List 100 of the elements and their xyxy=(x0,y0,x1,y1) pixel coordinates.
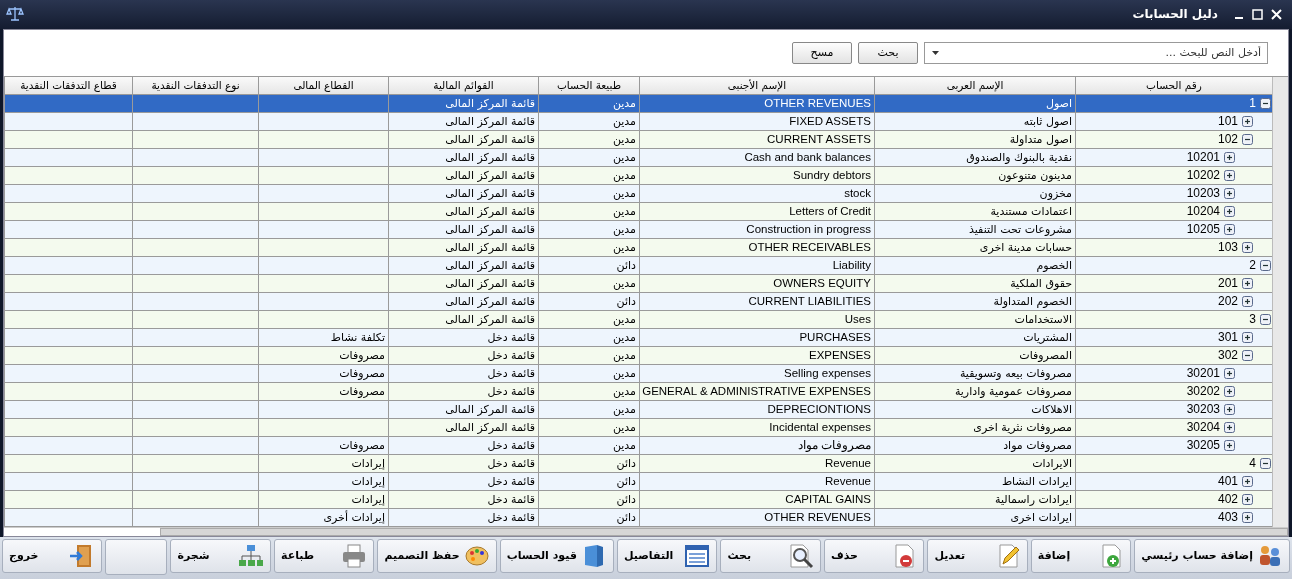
statement-cell-text: قائمة دخل xyxy=(487,329,535,346)
account-number-cell-text: 402 xyxy=(1216,490,1239,508)
column-header[interactable]: القوائم المالية xyxy=(388,76,538,95)
foreign-name-cell-text: FIXED ASSETS xyxy=(789,113,871,129)
nature-cell-text: مدين xyxy=(612,203,636,220)
sector-cell-text: إيرادات أخرى xyxy=(323,509,385,526)
statement-cell-text: قائمة دخل xyxy=(487,383,535,400)
foreign-name-cell-text: CURRENT LIABILITIES xyxy=(748,293,871,309)
column-header[interactable]: الإسم الأجنبى xyxy=(639,76,874,95)
collapse-icon[interactable] xyxy=(1260,259,1271,271)
statement-cell-text: قائمة دخل xyxy=(487,473,535,490)
arabic-name-cell-text: اصول ثابته xyxy=(1023,113,1072,130)
arabic-name-cell-text: الخصوم المتداولة xyxy=(993,293,1072,310)
collapse-icon[interactable] xyxy=(1260,457,1271,469)
search-button[interactable]: بحث xyxy=(858,41,918,64)
expand-icon[interactable] xyxy=(1224,421,1235,433)
statement-cell-text: قائمة المركز المالى xyxy=(445,203,535,220)
expand-icon[interactable] xyxy=(1242,241,1253,253)
dropdown-icon[interactable] xyxy=(932,50,939,55)
statement-cell-text: قائمة المركز المالى xyxy=(445,95,535,112)
foreign-name-cell-text: Revenue xyxy=(824,473,871,489)
clear-button[interactable]: مسح xyxy=(792,41,852,64)
printer-icon xyxy=(341,542,368,569)
account-entries-button[interactable]: قيود الحساب xyxy=(499,538,614,573)
expand-icon[interactable] xyxy=(1242,295,1253,307)
statement-cell-text: قائمة المركز المالى xyxy=(445,311,535,328)
account-number-cell-text: 302 xyxy=(1216,346,1239,364)
arabic-name-cell-text: الاستخدامات xyxy=(1014,311,1072,328)
close-icon[interactable] xyxy=(1271,8,1282,20)
foreign-name-cell-text: Selling expenses xyxy=(784,365,871,381)
arabic-name-cell-text: اعتمادات مستندية xyxy=(990,203,1072,220)
arabic-name-cell-text: الخصوم xyxy=(1036,257,1072,274)
column-header[interactable]: القطاع المالى xyxy=(258,76,388,95)
expand-icon[interactable] xyxy=(1224,403,1235,415)
column-header[interactable]: رقم الحساب xyxy=(1075,76,1272,95)
collapse-icon[interactable] xyxy=(1260,313,1271,325)
account-number-cell-text: 1 xyxy=(1248,94,1257,112)
save-design-button[interactable]: حفظ التصميم xyxy=(377,538,497,573)
column-header[interactable]: نوع التدفقات النقدية xyxy=(132,76,258,95)
arabic-name-cell-text: الايرادات xyxy=(1032,455,1072,472)
account-number-cell-text: 30203 xyxy=(1185,400,1221,418)
expand-icon[interactable] xyxy=(1242,475,1253,487)
expand-icon[interactable] xyxy=(1224,439,1235,451)
sector-cell-text: مصروفات xyxy=(339,437,385,454)
edit-button[interactable]: تعديل xyxy=(927,538,1028,573)
add-button[interactable]: إضافة xyxy=(1030,538,1132,573)
collapse-icon[interactable] xyxy=(1242,133,1253,145)
foreign-name-cell-text: Uses xyxy=(844,311,871,327)
nature-cell-text: مدين xyxy=(612,131,636,148)
sector-cell-text: إيرادات xyxy=(351,491,385,508)
account-number-cell-text: 103 xyxy=(1216,238,1239,256)
delete-button[interactable]: حذف xyxy=(823,538,925,573)
account-number-cell-text: 301 xyxy=(1216,328,1239,346)
column-header[interactable]: طبيعة الحساب xyxy=(538,76,639,95)
expand-icon[interactable] xyxy=(1224,169,1235,181)
expand-icon[interactable] xyxy=(1242,493,1253,505)
account-number-cell-text: 2 xyxy=(1248,256,1257,274)
account-number-cell-text: 30202 xyxy=(1185,382,1221,400)
nature-cell-text: مدين xyxy=(612,401,636,418)
statement-cell-text: قائمة المركز المالى xyxy=(445,239,535,256)
add-main-account-button[interactable]: إضافة حساب رئيسي xyxy=(1134,538,1290,573)
expand-icon[interactable] xyxy=(1224,367,1235,379)
print-button[interactable]: طباعة xyxy=(273,538,375,573)
vertical-scrollbar[interactable] xyxy=(1272,76,1288,527)
tree-button[interactable]: شجرة xyxy=(170,538,271,573)
column-header[interactable]: الإسم العربى xyxy=(874,76,1075,95)
statement-cell-text: قائمة دخل xyxy=(487,491,535,508)
expand-icon[interactable] xyxy=(1224,187,1235,199)
collapse-icon[interactable] xyxy=(1260,97,1271,109)
account-number-cell-text: 10202 xyxy=(1185,166,1221,184)
maximize-icon[interactable] xyxy=(1252,8,1263,20)
nature-cell-text: مدين xyxy=(612,113,636,130)
exit-button[interactable]: خروج xyxy=(2,538,103,573)
account-number-cell-text: 102 xyxy=(1216,130,1239,148)
search-button[interactable]: بحث xyxy=(720,538,821,573)
foreign-name-cell-text: OTHER REVENUES xyxy=(764,95,871,111)
statement-cell-text: قائمة دخل xyxy=(487,437,535,454)
scales-icon xyxy=(6,6,24,23)
nature-cell-text: مدين xyxy=(612,239,636,256)
statement-cell-text: قائمة المركز المالى xyxy=(445,275,535,292)
foreign-name-cell-text: Cash and bank balances xyxy=(744,149,871,165)
account-number-cell-text: 10203 xyxy=(1185,184,1221,202)
expand-icon[interactable] xyxy=(1242,511,1253,523)
statement-cell-text: قائمة دخل xyxy=(487,347,535,364)
expand-icon[interactable] xyxy=(1224,151,1235,163)
expand-icon[interactable] xyxy=(1242,277,1253,289)
expand-icon[interactable] xyxy=(1242,331,1253,343)
expand-icon[interactable] xyxy=(1242,115,1253,127)
expand-icon[interactable] xyxy=(1224,385,1235,397)
account-number-cell-text: 10204 xyxy=(1185,202,1221,220)
expand-icon[interactable] xyxy=(1224,205,1235,217)
column-header[interactable]: قطاع التدفقات النقدية xyxy=(4,76,132,95)
nature-cell-text: مدين xyxy=(612,221,636,238)
arabic-name-cell-text: ايرادات اخرى xyxy=(1010,509,1072,526)
statement-cell-text: قائمة المركز المالى xyxy=(445,401,535,418)
collapse-icon[interactable] xyxy=(1242,349,1253,361)
details-button[interactable]: التفاصيل xyxy=(616,538,718,573)
horizontal-scrollbar[interactable] xyxy=(160,527,1288,536)
expand-icon[interactable] xyxy=(1224,223,1235,235)
statement-cell-text: قائمة المركز المالى xyxy=(445,257,535,274)
